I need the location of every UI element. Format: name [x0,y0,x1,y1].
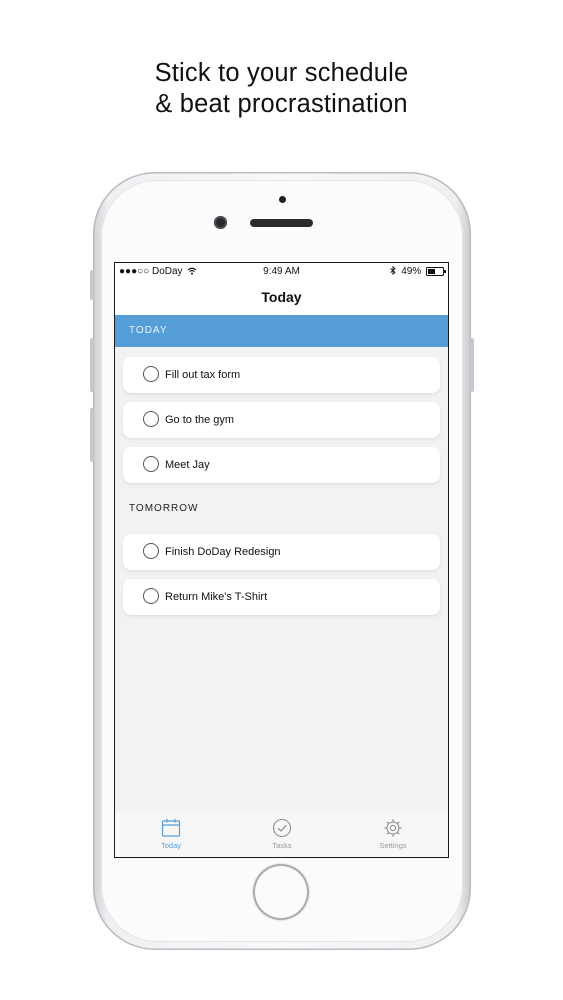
tab-bar: Today Tasks Settings [115,813,448,857]
tab-tasks[interactable]: Tasks [242,818,322,850]
task-row[interactable]: Go to the gym [123,402,440,438]
calendar-icon [161,819,181,837]
mute-switch [90,270,94,300]
app-screen: ●●●○○ DoDay 9:49 AM 49% Today TODAY Fill… [114,262,449,858]
volume-down-button [90,408,94,462]
task-label: Return Mike's T-Shirt [165,591,268,603]
section-header-today: TODAY [115,315,448,347]
task-checkbox[interactable] [143,456,159,472]
page-title: Today [261,289,302,305]
task-checkbox[interactable] [143,588,159,604]
battery-icon [426,266,446,276]
task-label: Fill out tax form [165,369,241,381]
home-button[interactable] [253,864,309,920]
tab-label-settings: Settings [379,841,407,850]
task-row[interactable]: Finish DoDay Redesign [123,534,440,570]
checkmark-circle-icon [272,818,292,838]
tab-label-today: Today [160,841,181,850]
earpiece-speaker [250,219,313,227]
power-button [470,338,474,392]
headline-line-2: & beat procrastination [155,90,408,118]
tab-settings[interactable]: Settings [353,818,433,850]
task-checkbox[interactable] [143,366,159,382]
task-row[interactable]: Return Mike's T-Shirt [123,579,440,615]
task-checkbox[interactable] [143,543,159,559]
task-label: Finish DoDay Redesign [165,546,281,558]
section-header-tomorrow: TOMORROW [115,493,448,525]
task-row[interactable]: Fill out tax form [123,357,440,393]
headline-line-1: Stick to your schedule [154,59,409,87]
tab-label-tasks: Tasks [272,841,292,850]
navigation-bar: Today [115,281,448,315]
front-camera-icon [214,216,227,229]
volume-up-button [90,338,94,392]
task-checkbox[interactable] [143,411,159,427]
status-bar: ●●●○○ DoDay 9:49 AM 49% [115,263,448,281]
bluetooth-icon [390,265,397,276]
tab-today[interactable]: Today [131,818,211,850]
task-label: Go to the gym [165,414,235,426]
promo-headline: Stick to your schedule & beat procrastin… [0,58,563,120]
task-label: Meet Jay [165,459,210,471]
battery-percentage: 49% [401,266,422,277]
proximity-sensor [279,196,286,203]
gear-icon [384,819,402,837]
task-row[interactable]: Meet Jay [123,447,440,483]
